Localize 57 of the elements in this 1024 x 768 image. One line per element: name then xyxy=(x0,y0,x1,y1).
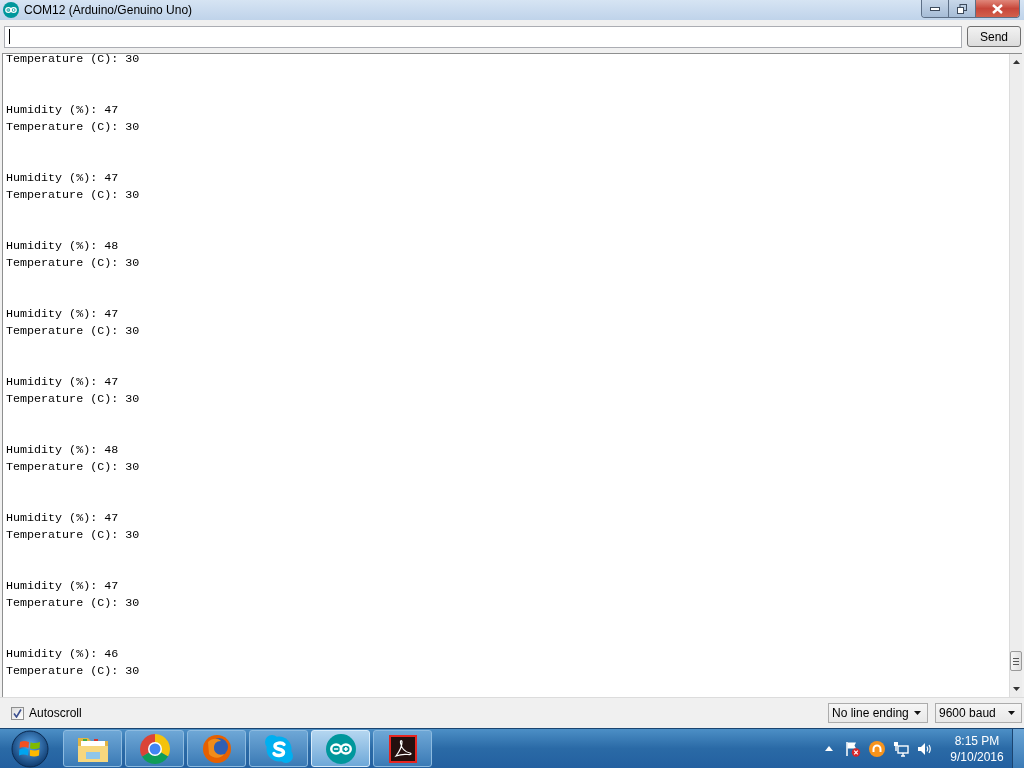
output-line: Temperature (C): 30 xyxy=(6,596,140,610)
clock-time[interactable]: 8:15 PM xyxy=(954,732,1000,749)
vertical-scrollbar[interactable] xyxy=(1009,54,1022,697)
infinity-logo-icon xyxy=(325,733,356,764)
output-line: Humidity (%): 47 xyxy=(6,579,119,593)
output-line: Temperature (C): 30 xyxy=(6,528,140,542)
taskbar-button[interactable] xyxy=(63,730,122,767)
up-arrow-icon xyxy=(825,746,833,751)
flag-x-icon[interactable] xyxy=(845,740,861,757)
output-line: Temperature (C): 30 xyxy=(6,54,140,66)
dropdown-arrow-icon xyxy=(1008,711,1015,715)
taskbar-button[interactable] xyxy=(373,730,432,767)
tricolor-circle-icon xyxy=(139,733,170,764)
output-line: Temperature (C): 30 xyxy=(6,460,140,474)
up-arrow-icon xyxy=(1012,60,1020,64)
line-ending-dropdown[interactable]: No line ending xyxy=(828,703,928,723)
close-button[interactable] xyxy=(976,0,1019,17)
minimize-icon xyxy=(930,6,940,11)
down-arrow-icon xyxy=(1012,687,1020,691)
show-desktop-button[interactable] xyxy=(1012,728,1024,768)
swirl-logo-icon xyxy=(388,734,417,763)
output-line: Temperature (C): 30 xyxy=(6,392,140,406)
output-line: Temperature (C): 30 xyxy=(6,664,140,678)
infinity-logo-icon xyxy=(3,2,19,18)
output-line: Humidity (%): 47 xyxy=(6,375,119,389)
output-line: Humidity (%): 47 xyxy=(6,307,119,321)
output-line: Humidity (%): 48 xyxy=(6,239,119,253)
restore-button[interactable] xyxy=(949,0,976,17)
fox-globe-icon xyxy=(201,733,232,764)
output-line: Temperature (C): 30 xyxy=(6,256,140,270)
close-icon xyxy=(992,3,1003,14)
output-line: Humidity (%): 47 xyxy=(6,511,119,525)
output-line: Humidity (%): 47 xyxy=(6,103,119,117)
baud-rate-dropdown[interactable]: 9600 baud xyxy=(935,703,1022,723)
output-line: Temperature (C): 30 xyxy=(6,120,140,134)
network-icon[interactable] xyxy=(893,740,909,757)
start-button[interactable] xyxy=(9,729,51,768)
autoscroll-checkbox[interactable] xyxy=(11,706,24,720)
output-line: Humidity (%): 46 xyxy=(6,647,119,661)
minimize-button[interactable] xyxy=(922,0,949,17)
message-input-field[interactable] xyxy=(4,25,962,48)
clock-date[interactable]: 9/10/2016 xyxy=(950,748,1004,765)
checkmark-icon xyxy=(13,708,22,718)
output-line: Humidity (%): 47 xyxy=(6,171,119,185)
four-pane-flag-icon xyxy=(10,729,50,768)
scroll-thumb[interactable] xyxy=(1010,651,1022,671)
taskbar-button[interactable] xyxy=(249,730,308,767)
send-button[interactable]: Send xyxy=(967,26,1021,47)
output-line: Temperature (C): 30 xyxy=(6,188,140,202)
dropdown-arrow-icon xyxy=(914,711,921,715)
s-cloud-icon xyxy=(263,733,294,764)
output-line: Humidity (%): 48 xyxy=(6,443,119,457)
autoscroll-label: Autoscroll xyxy=(29,705,82,722)
window-title: COM12 (Arduino/Genuino Uno) xyxy=(24,2,193,19)
output-line: Temperature (C): 30 xyxy=(6,324,140,338)
ring-icon[interactable] xyxy=(869,740,885,757)
restore-icon xyxy=(957,3,967,14)
